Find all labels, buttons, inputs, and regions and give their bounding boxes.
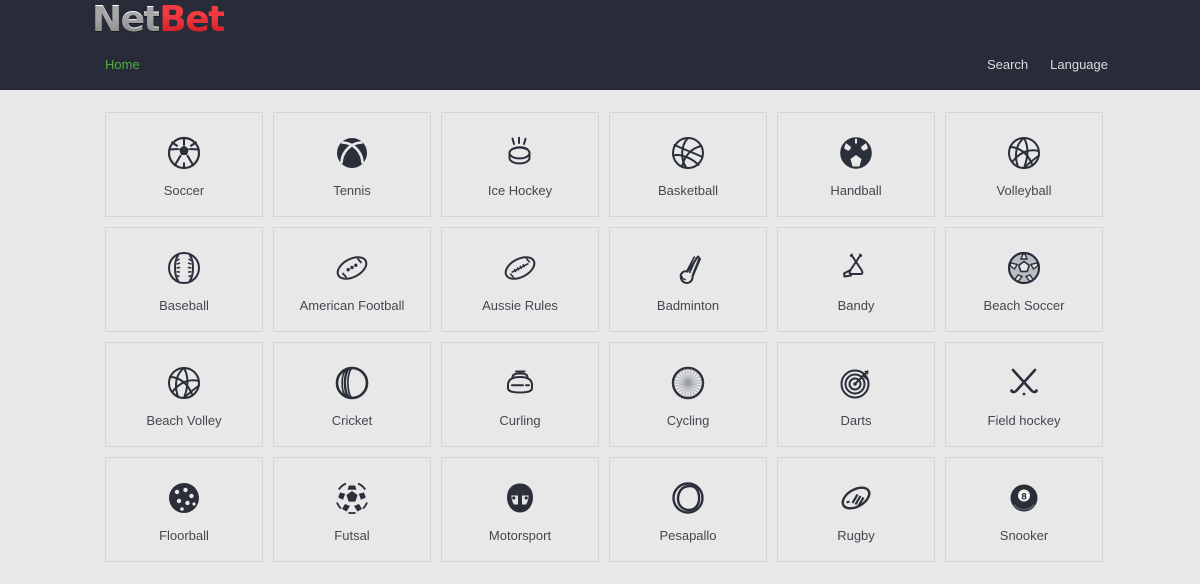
dartboard-icon [834,361,878,405]
rugby-ball-icon [834,476,878,520]
american-football-icon [330,246,374,290]
sport-tile[interactable]: Volleyball [945,112,1103,217]
sport-tile-label: Pesapallo [659,527,717,543]
sport-tile[interactable]: Bandy [777,227,935,332]
tennis-ball-icon [330,131,374,175]
snooker-eight-ball-icon: 8 [1002,476,1046,520]
aussie-rules-ball-icon [498,246,542,290]
baseball-icon [162,246,206,290]
basketball-icon [666,131,710,175]
sport-tile[interactable]: Baseball [105,227,263,332]
sport-tile-label: Cricket [331,412,373,428]
cricket-ball-icon [330,361,374,405]
sport-tile-label: Field hockey [987,412,1061,428]
handball-icon [834,131,878,175]
nav-item-home[interactable]: Home [105,56,140,73]
sport-tile-label: Bandy [837,297,875,313]
main-content: Soccer Tennis Ice Hockey Basketball Hand… [0,90,1200,562]
nav-item-language[interactable]: Language [1050,56,1108,73]
sport-tile-label: Beach Soccer [983,297,1065,313]
sport-tile-label: Beach Volley [146,412,222,428]
beach-volleyball-icon [162,361,206,405]
sport-tile-label: Baseball [159,297,209,313]
sport-tile[interactable]: Handball [777,112,935,217]
sport-tile-label: Tennis [333,182,371,198]
sport-tile-label: Futsal [334,527,370,543]
primary-nav: Home [105,56,140,73]
soccer-ball-icon [162,131,206,175]
sports-grid: Soccer Tennis Ice Hockey Basketball Hand… [105,112,1103,562]
sport-tile[interactable]: Floorball [105,457,263,562]
sport-tile-label: Aussie Rules [482,297,558,313]
bicycle-wheel-icon [666,361,710,405]
sport-tile-label: Motorsport [488,527,552,543]
bandy-sticks-icon [834,246,878,290]
sport-tile[interactable]: Tennis [273,112,431,217]
sport-tile-label: American Football [299,297,405,313]
sport-tile[interactable]: Aussie Rules [441,227,599,332]
sport-tile[interactable]: Rugby [777,457,935,562]
sport-tile[interactable]: Beach Soccer [945,227,1103,332]
racing-helmet-icon [498,476,542,520]
sport-tile[interactable]: Ice Hockey [441,112,599,217]
logo-text-net: Net [92,0,161,40]
sport-tile[interactable]: 8 Snooker [945,457,1103,562]
sport-tile-label: Rugby [837,527,875,543]
sport-tile[interactable]: Motorsport [441,457,599,562]
sport-tile[interactable]: Pesapallo [609,457,767,562]
sport-tile[interactable]: Soccer [105,112,263,217]
sport-tile[interactable]: Field hockey [945,342,1103,447]
sport-tile[interactable]: Darts [777,342,935,447]
pesapallo-ball-icon [666,476,710,520]
sport-tile[interactable]: American Football [273,227,431,332]
beach-soccer-ball-icon [1002,246,1046,290]
site-header: NetBet Home Search Language [0,0,1200,90]
sport-tile-label: Volleyball [996,182,1052,198]
sport-tile[interactable]: Curling [441,342,599,447]
sport-tile-label: Ice Hockey [487,182,553,198]
field-hockey-sticks-icon [1002,361,1046,405]
curling-stone-icon [498,361,542,405]
logo-text-bet: Bet [159,0,225,40]
nav-item-search[interactable]: Search [987,56,1028,73]
sport-tile-label: Darts [840,412,872,428]
sport-tile-label: Snooker [999,527,1049,543]
sport-tile[interactable]: Futsal [273,457,431,562]
sport-tile-label: Curling [499,412,541,428]
volleyball-icon [1002,131,1046,175]
sport-tile-label: Soccer [163,182,205,198]
hockey-puck-icon [498,131,542,175]
sport-tile[interactable]: Beach Volley [105,342,263,447]
sport-tile-label: Badminton [656,297,720,313]
sport-tile[interactable]: Cycling [609,342,767,447]
sport-tile[interactable]: Basketball [609,112,767,217]
netbet-logo[interactable]: NetBet [92,0,225,40]
sport-tile-label: Floorball [159,527,209,543]
svg-text:8: 8 [1021,491,1026,502]
sport-tile-label: Handball [830,182,882,198]
sport-tile[interactable]: Badminton [609,227,767,332]
sport-tile-label: Basketball [658,182,718,198]
sport-tile[interactable]: Cricket [273,342,431,447]
floorball-ball-icon [162,476,206,520]
badminton-shuttlecock-icon [666,246,710,290]
secondary-nav: Search Language [987,56,1108,73]
futsal-ball-icon [330,476,374,520]
sport-tile-label: Cycling [666,412,710,428]
